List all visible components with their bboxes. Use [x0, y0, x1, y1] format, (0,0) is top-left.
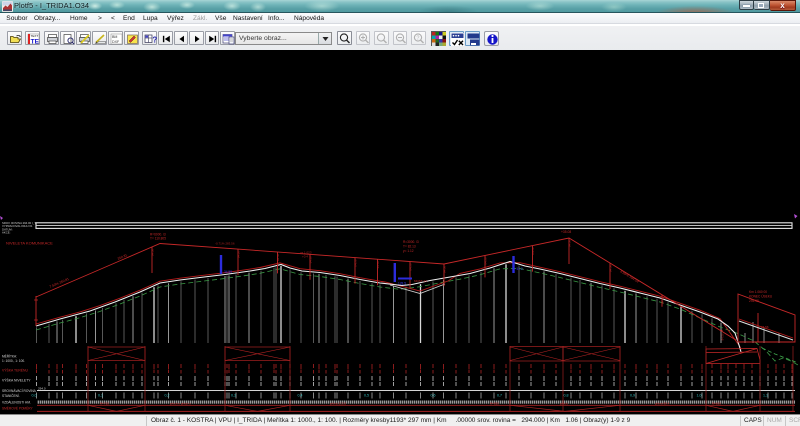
svg-text:0,3: 0,3	[231, 394, 236, 398]
svg-text:přech.: přech.	[560, 402, 569, 406]
svg-text:AKCE:: AKCE:	[2, 231, 11, 235]
svg-text:294.58: 294.58	[749, 299, 759, 303]
svg-text:přímá 213.8: přímá 213.8	[330, 402, 346, 406]
svg-text:0,2: 0,2	[165, 394, 170, 398]
svg-text:přech-x přech-x: přech-x přech-x	[170, 402, 191, 406]
svg-text:84.56: 84.56	[237, 251, 241, 258]
svg-text:přímá 88.4: přímá 88.4	[655, 402, 670, 406]
svg-text:0,1: 0,1	[98, 394, 103, 398]
svg-text:TE: TE	[30, 38, 39, 45]
svg-text:84.56: 84.56	[376, 261, 380, 268]
svg-text:DXF: DXF	[112, 40, 120, 44]
svg-text:84.56: 84.56	[661, 296, 665, 303]
svg-text:0,6: 0,6	[431, 394, 436, 398]
svg-text:MĚŘÍTKA:: MĚŘÍTKA:	[2, 354, 17, 359]
svg-text:R=3000. /3: R=3000. /3	[403, 240, 419, 244]
svg-text:KONEC ÚSEKU: KONEC ÚSEKU	[749, 293, 773, 298]
svg-text:84.56: 84.56	[354, 259, 358, 266]
svg-text:84.56: 84.56	[721, 333, 725, 340]
svg-text:?: ?	[152, 35, 157, 44]
svg-text:0,5: 0,5	[364, 394, 369, 398]
svg-text:84.56: 84.56	[443, 266, 447, 273]
svg-text:R=850: R=850	[490, 402, 499, 406]
svg-text:+35.08: +35.08	[561, 230, 571, 234]
svg-text:SROVNÁVACÍ ROVINA: SROVNÁVACÍ ROVINA	[2, 389, 37, 393]
svg-text:R=600: R=600	[712, 402, 721, 406]
svg-text:?: ?	[416, 36, 419, 42]
svg-text:8.85% 194.59: 8.85% 194.59	[619, 269, 639, 283]
svg-text:128.5: 128.5	[398, 282, 406, 286]
svg-text:+0.4: +0.4	[302, 255, 308, 259]
svg-text:VÝŠKA TERÉNU: VÝŠKA TERÉNU	[2, 368, 28, 373]
svg-text:0,7: 0,7	[497, 394, 502, 398]
svg-text:TEXT: TEXT	[30, 34, 38, 38]
svg-text:1: 1000., 1: 100.: 1: 1000., 1: 100.	[2, 359, 25, 363]
svg-text:0,9: 0,9	[630, 394, 635, 398]
svg-text:0,0: 0,0	[32, 394, 37, 398]
svg-text:294.0: 294.0	[38, 387, 46, 391]
svg-text:T= 110.805: T= 110.805	[150, 237, 166, 241]
svg-text:T= 82.13: T= 82.13	[403, 245, 416, 249]
svg-text:R=700: R=700	[100, 402, 109, 406]
svg-text:VÝŠKA NIVELETY: VÝŠKA NIVELETY	[2, 378, 31, 383]
svg-text:Km 1.060 00: Km 1.060 00	[749, 290, 767, 294]
svg-text:51.2: 51.2	[517, 267, 523, 271]
svg-text:84.56: 84.56	[531, 247, 535, 254]
svg-text:0,8: 0,8	[564, 394, 569, 398]
svg-text:NIVELETA KOMUNIKACE: NIVELETA KOMUNIKACE	[6, 241, 53, 246]
svg-text:SMĚROVÉ POMĚRY: SMĚROVÉ POMĚRY	[2, 406, 33, 411]
svg-text:84.56: 84.56	[276, 254, 280, 261]
svg-text:VZDÁLENOSTI HM.: VZDÁLENOSTI HM.	[2, 401, 31, 405]
svg-text:BM: BM	[112, 35, 117, 39]
svg-text:84.56: 84.56	[309, 256, 313, 263]
svg-text:-0.71% 283.56: -0.71% 283.56	[215, 242, 235, 246]
svg-text:0,4: 0,4	[298, 394, 303, 398]
svg-text:84.56: 84.56	[409, 263, 413, 270]
svg-text:STANIČENÍ.: STANIČENÍ.	[2, 393, 20, 398]
svg-text:1,1: 1,1	[763, 394, 768, 398]
svg-text:84.56: 84.56	[568, 240, 572, 247]
svg-text:84.56: 84.56	[609, 265, 613, 272]
svg-text:1,0: 1,0	[697, 394, 702, 398]
svg-text:84.56: 84.56	[484, 257, 488, 264]
svg-text:84.56: 84.56	[151, 249, 155, 256]
svg-text:y= 1.12: y= 1.12	[403, 249, 414, 253]
svg-text:34.59: 34.59	[224, 270, 232, 274]
svg-text:MOST 24: MOST 24	[414, 279, 427, 283]
